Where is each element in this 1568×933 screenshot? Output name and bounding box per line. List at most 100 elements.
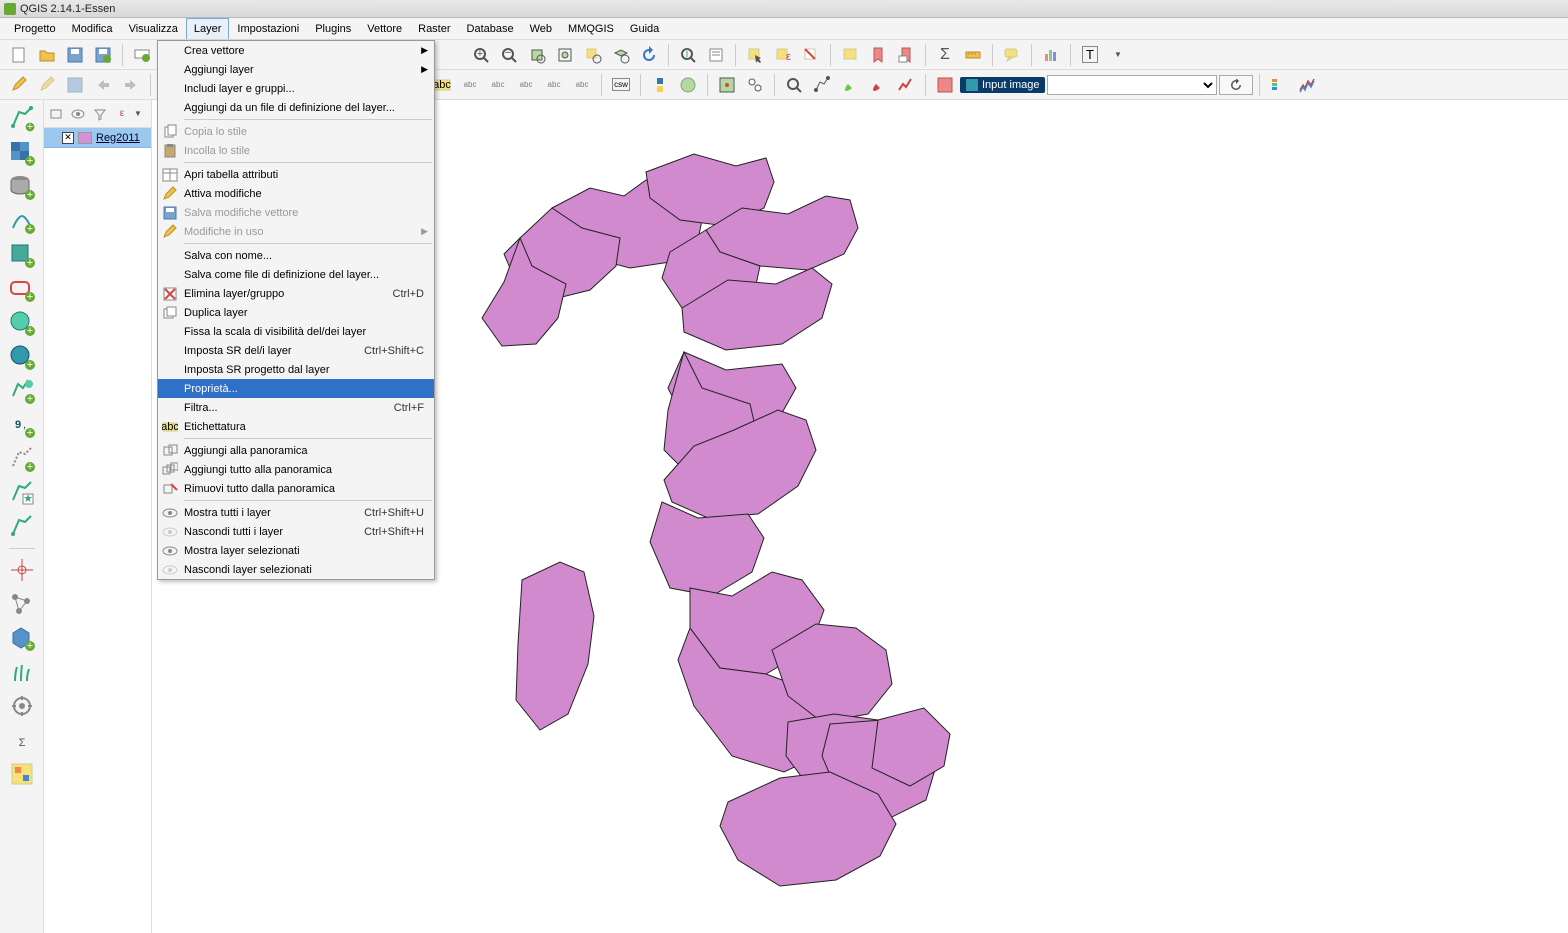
add-delimited-text-button[interactable]: 9,+ bbox=[7, 410, 37, 440]
zoom-full-button[interactable] bbox=[552, 42, 578, 68]
input-image-refresh-button[interactable] bbox=[1219, 75, 1253, 95]
add-wms-layer-button[interactable]: + bbox=[7, 308, 37, 338]
menu-item-includi-layer-e-gruppi[interactable]: Includi layer e gruppi... bbox=[158, 79, 434, 98]
menu-item-crea-vettore[interactable]: Crea vettore▶ bbox=[158, 41, 434, 60]
add-mssql-layer-button[interactable]: + bbox=[7, 240, 37, 270]
menu-item-aggiungi-alla-panoramica[interactable]: Aggiungi alla panoramica bbox=[158, 441, 434, 460]
menu-modifica[interactable]: Modifica bbox=[64, 18, 121, 39]
menu-item-salva-come-file-di-definizione-del-layer[interactable]: Salva come file di definizione del layer… bbox=[158, 265, 434, 284]
nodes-button[interactable] bbox=[7, 589, 37, 619]
legend-button[interactable] bbox=[1266, 72, 1292, 98]
sum-button[interactable]: Σ bbox=[7, 725, 37, 755]
menu-item-fissa-la-scala-di-visibilit-del-dei-layer[interactable]: Fissa la scala di visibilità del/dei lay… bbox=[158, 322, 434, 341]
menu-item-elimina-layer-gruppo[interactable]: Elimina layer/gruppoCtrl+D bbox=[158, 284, 434, 303]
label-config-4[interactable]: abc bbox=[541, 72, 567, 98]
menu-item-mostra-layer-selezionati[interactable]: Mostra layer selezionati bbox=[158, 541, 434, 560]
menu-raster[interactable]: Raster bbox=[410, 18, 458, 39]
zoom-out-button[interactable]: − bbox=[496, 42, 522, 68]
refresh-button[interactable] bbox=[636, 42, 662, 68]
csw-button[interactable]: csw bbox=[608, 72, 634, 98]
brush-green-button[interactable] bbox=[837, 72, 863, 98]
menu-web[interactable]: Web bbox=[522, 18, 560, 39]
label-config-2[interactable]: abc bbox=[485, 72, 511, 98]
menu-item-aggiungi-da-un-file-di-definizione-del-layer[interactable]: Aggiungi da un file di definizione del l… bbox=[158, 98, 434, 117]
menu-item-nascondi-layer-selezionati[interactable]: Nascondi layer selezionati bbox=[158, 560, 434, 579]
polygon-add-button[interactable]: + bbox=[7, 623, 37, 653]
menu-mmqgis[interactable]: MMQGIS bbox=[560, 18, 622, 39]
save-as-button[interactable] bbox=[90, 42, 116, 68]
save-edits-button[interactable] bbox=[62, 72, 88, 98]
add-postgis-layer-button[interactable]: + bbox=[7, 172, 37, 202]
map-tips-button[interactable] bbox=[837, 42, 863, 68]
menu-item-propriet[interactable]: Proprietà... bbox=[158, 379, 434, 398]
osm-button[interactable] bbox=[675, 72, 701, 98]
save-project-button[interactable] bbox=[62, 42, 88, 68]
open-project-button[interactable] bbox=[34, 42, 60, 68]
menu-item-apri-tabella-attributi[interactable]: Apri tabella attributi bbox=[158, 165, 434, 184]
add-wfs-layer-button[interactable]: + bbox=[7, 376, 37, 406]
line-chart-button[interactable] bbox=[893, 72, 919, 98]
sum-button[interactable]: Σ bbox=[932, 42, 958, 68]
edit-toggle-button[interactable] bbox=[6, 72, 32, 98]
select-expression-button[interactable]: ε bbox=[770, 42, 796, 68]
edit-pencil-button[interactable] bbox=[34, 72, 60, 98]
menu-plugins[interactable]: Plugins bbox=[307, 18, 359, 39]
add-virtual-layer-button[interactable]: + bbox=[7, 444, 37, 474]
menu-layer[interactable]: Layer bbox=[186, 18, 230, 39]
add-spatialite-layer-button[interactable]: + bbox=[7, 206, 37, 236]
add-wcs-layer-button[interactable]: + bbox=[7, 342, 37, 372]
show-bookmarks-button[interactable] bbox=[893, 42, 919, 68]
annotation-button[interactable] bbox=[999, 42, 1025, 68]
new-spatialite-button[interactable] bbox=[7, 512, 37, 542]
menu-item-duplica-layer[interactable]: Duplica layer bbox=[158, 303, 434, 322]
label-config-3[interactable]: abc bbox=[513, 72, 539, 98]
zoom-native-button[interactable] bbox=[524, 42, 550, 68]
layer-checkbox[interactable]: ✕ bbox=[62, 132, 74, 144]
print-composer-button[interactable] bbox=[129, 42, 155, 68]
stats-button[interactable] bbox=[1038, 42, 1064, 68]
add-oracle-layer-button[interactable]: + bbox=[7, 274, 37, 304]
menu-item-imposta-sr-del-i-layer[interactable]: Imposta SR del/i layerCtrl+Shift+C bbox=[158, 341, 434, 360]
menu-progetto[interactable]: Progetto bbox=[6, 18, 64, 39]
layers-expression-icon[interactable]: ε bbox=[112, 104, 132, 124]
menu-impostazioni[interactable]: Impostazioni bbox=[229, 18, 307, 39]
dropdown-arrow-icon[interactable]: ▼ bbox=[1105, 42, 1131, 68]
label-config-1[interactable]: abc bbox=[457, 72, 483, 98]
menu-item-aggiungi-tutto-alla-panoramica[interactable]: Aggiungi tutto alla panoramica bbox=[158, 460, 434, 479]
menu-item-aggiungi-layer[interactable]: Aggiungi layer▶ bbox=[158, 60, 434, 79]
node-tool-button[interactable] bbox=[809, 72, 835, 98]
python-console-button[interactable] bbox=[647, 72, 673, 98]
georef-button[interactable] bbox=[714, 72, 740, 98]
identify-button[interactable]: i bbox=[675, 42, 701, 68]
select-features-button[interactable] bbox=[742, 42, 768, 68]
text-annotation-button[interactable]: T bbox=[1077, 42, 1103, 68]
menu-database[interactable]: Database bbox=[459, 18, 522, 39]
menu-item-etichettatura[interactable]: abcEtichettatura bbox=[158, 417, 434, 436]
new-project-button[interactable] bbox=[6, 42, 32, 68]
processing-button[interactable] bbox=[7, 691, 37, 721]
measure-button[interactable] bbox=[960, 42, 986, 68]
redo-button[interactable] bbox=[118, 72, 144, 98]
plugin-button[interactable] bbox=[932, 72, 958, 98]
crosshair-button[interactable] bbox=[7, 555, 37, 585]
zoom-in-button[interactable]: + bbox=[468, 42, 494, 68]
tracking-button[interactable] bbox=[781, 72, 807, 98]
layers-filter-icon[interactable] bbox=[90, 104, 110, 124]
undo-button[interactable] bbox=[90, 72, 116, 98]
menu-vettore[interactable]: Vettore bbox=[359, 18, 410, 39]
menu-item-filtra[interactable]: Filtra...Ctrl+F bbox=[158, 398, 434, 417]
zoom-layer-button[interactable] bbox=[608, 42, 634, 68]
stylemanager-button[interactable] bbox=[7, 759, 37, 789]
menu-guida[interactable]: Guida bbox=[622, 18, 667, 39]
menu-item-nascondi-tutti-i-layer[interactable]: Nascondi tutti i layerCtrl+Shift+H bbox=[158, 522, 434, 541]
menu-item-rimuovi-tutto-dalla-panoramica[interactable]: Rimuovi tutto dalla panoramica bbox=[158, 479, 434, 498]
menu-visualizza[interactable]: Visualizza bbox=[121, 18, 186, 39]
label-config-5[interactable]: abc bbox=[569, 72, 595, 98]
menu-item-salva-con-nome[interactable]: Salva con nome... bbox=[158, 246, 434, 265]
grass-button[interactable] bbox=[7, 657, 37, 687]
brush-red-button[interactable] bbox=[865, 72, 891, 98]
profile-chart-button[interactable] bbox=[1294, 72, 1320, 98]
menu-item-mostra-tutti-i-layer[interactable]: Mostra tutti i layerCtrl+Shift+U bbox=[158, 503, 434, 522]
menu-item-imposta-sr-progetto-dal-layer[interactable]: Imposta SR progetto dal layer bbox=[158, 360, 434, 379]
deselect-button[interactable] bbox=[798, 42, 824, 68]
